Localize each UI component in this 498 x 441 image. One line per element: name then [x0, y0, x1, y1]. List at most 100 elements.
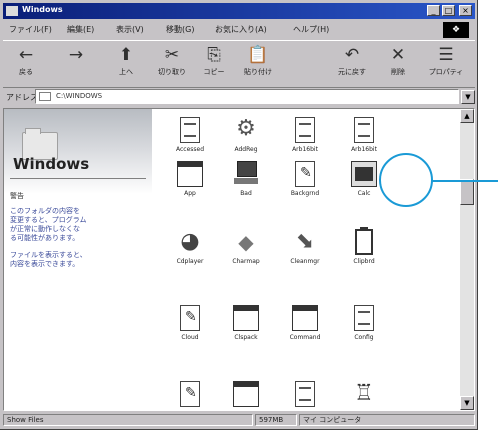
scroll-down-button[interactable]: ▼ — [460, 396, 474, 410]
folder-doc-icon — [180, 117, 200, 143]
file-label: App — [184, 190, 196, 197]
file-item-addreg[interactable]: AddReg — [218, 116, 274, 153]
maximize-button[interactable]: □ — [442, 5, 455, 16]
up-folder-icon: ⬆ — [118, 45, 134, 65]
file-item-clipbrd[interactable]: Clipbrd — [336, 227, 392, 265]
file-icon — [180, 305, 200, 331]
file-item-clspack[interactable]: Clspack — [218, 305, 274, 341]
menu-file[interactable]: ファイル(F) — [9, 24, 52, 35]
file-label: Cloud — [181, 334, 199, 341]
back-button[interactable]: ← 戻る — [7, 43, 45, 85]
divider — [10, 178, 146, 179]
address-dropdown-button[interactable]: ▼ — [461, 90, 475, 104]
file-label: Command — [289, 334, 321, 341]
up-label: 上へ — [119, 68, 133, 76]
file-item-cdplayer[interactable]: Cdplayer — [162, 229, 218, 265]
title-bar[interactable]: Windows _ □ × — [3, 3, 475, 19]
menu-view[interactable]: 表示(V) — [116, 24, 144, 35]
clipboard-icon — [355, 227, 373, 255]
explorer-window: Windows _ □ × ファイル(F) 編集(E) 表示(V) 移動(G) … — [0, 0, 478, 430]
window-icon — [233, 305, 259, 331]
undo-icon: ↶ — [344, 45, 360, 65]
delete-label: 削除 — [391, 68, 405, 76]
file-label: Arb16bit — [351, 146, 377, 153]
undo-label: 元に戻す — [338, 68, 366, 76]
vertical-scrollbar[interactable]: ▲ ▼ — [460, 109, 474, 410]
paste-button[interactable]: 📋 貼り付け — [239, 43, 277, 85]
back-label: 戻る — [19, 68, 33, 76]
copy-label: コピー — [203, 68, 225, 76]
file-label: Clipbrd — [353, 258, 375, 265]
file-item-partial-1[interactable] — [162, 381, 218, 407]
back-arrow-icon: ← — [18, 45, 34, 65]
highlight-pointer-line — [432, 180, 498, 182]
windows-logo-icon: ❖ — [443, 22, 469, 38]
file-label: Backgrnd — [290, 190, 320, 197]
paste-label: 貼り付け — [244, 68, 272, 76]
gear-icon — [233, 116, 259, 143]
delete-button[interactable]: ✕ 削除 — [379, 43, 417, 85]
file-item-backgrnd[interactable]: Backgrnd — [277, 161, 333, 197]
window-icon — [292, 305, 318, 331]
file-icon — [180, 381, 200, 407]
copy-icon: ⎘ — [207, 45, 221, 65]
close-button[interactable]: × — [459, 5, 472, 16]
file-label: Arb16bit — [292, 146, 318, 153]
file-label: AddReg — [234, 146, 258, 153]
window-icon — [177, 161, 203, 187]
properties-button[interactable]: ☰ プロパティ — [427, 43, 465, 85]
menu-bar: ファイル(F) 編集(E) 表示(V) 移動(G) お気に入り(A) ヘルプ(H… — [3, 21, 475, 39]
status-bar: Show Files 597MB マイ コンピュータ — [3, 413, 475, 427]
file-item-partial-4[interactable] — [336, 381, 392, 407]
file-label: Cleanmgr — [290, 258, 320, 265]
file-item-cleanmgr[interactable]: Cleanmgr — [277, 229, 333, 265]
file-item-partial-3[interactable] — [277, 381, 333, 407]
minimize-button[interactable]: _ — [427, 5, 440, 16]
address-label: アドレス — [6, 93, 38, 102]
forward-arrow-icon: → — [68, 45, 84, 65]
file-label: Cdplayer — [176, 258, 204, 265]
file-item-arb16bit[interactable]: Arb16bit — [277, 117, 333, 153]
forward-button[interactable]: → — [57, 43, 95, 85]
menu-favorites[interactable]: お気に入り(A) — [215, 24, 267, 35]
computer-icon — [233, 161, 259, 187]
file-label: Bad — [240, 190, 252, 197]
menu-go[interactable]: 移動(G) — [166, 24, 194, 35]
file-item-charmap[interactable]: Charmap — [218, 229, 274, 265]
folder-title: Windows — [13, 155, 90, 173]
menu-help[interactable]: ヘルプ(H) — [293, 24, 329, 35]
window-title: Windows — [22, 5, 63, 14]
warning-heading: 警告 — [10, 192, 24, 200]
file-item-arb16bit-2[interactable]: Arb16bit — [336, 117, 392, 153]
undo-button[interactable]: ↶ 元に戻す — [333, 43, 371, 85]
toolbar: ← 戻る → ⬆ 上へ ✂ 切り取り ⎘ コピー 📋 貼り付け ↶ 元に戻す ✕ — [3, 40, 475, 88]
status-size: 597MB — [255, 414, 297, 426]
paste-icon: 📋 — [247, 45, 269, 65]
show-files-link[interactable]: ファイルを表示すると、 内容を表示できます。 — [10, 251, 140, 269]
folder-icon — [39, 92, 51, 101]
file-item-command[interactable]: Command — [277, 305, 333, 341]
file-item-partial-2[interactable] — [218, 381, 274, 407]
address-input[interactable]: C:\WINDOWS — [35, 89, 459, 104]
up-button[interactable]: ⬆ 上へ — [107, 43, 145, 85]
file-item-accessed[interactable]: Accessed — [162, 117, 218, 153]
copy-button[interactable]: ⎘ コピー — [195, 43, 233, 85]
scroll-up-button[interactable]: ▲ — [460, 109, 474, 123]
address-value: C:\WINDOWS — [56, 92, 103, 100]
web-view-panel: Windows 警告 このフォルダの内容を 変更すると、プログラム が正常に動作… — [4, 109, 152, 410]
properties-label: プロパティ — [428, 68, 464, 76]
file-item-bad[interactable]: Bad — [218, 161, 274, 197]
menu-edit[interactable]: 編集(E) — [67, 24, 94, 35]
file-item-app[interactable]: App — [162, 161, 218, 197]
delete-icon: ✕ — [390, 45, 406, 65]
file-label: Clspack — [234, 334, 258, 341]
cut-label: 切り取り — [158, 68, 186, 76]
file-item-config[interactable]: Config — [336, 305, 392, 341]
cut-icon: ✂ — [164, 45, 180, 65]
scroll-thumb[interactable] — [460, 179, 474, 205]
calculator-icon — [351, 161, 377, 187]
cut-button[interactable]: ✂ 切り取り — [153, 43, 191, 85]
doc-icon — [295, 117, 315, 143]
file-item-cloud[interactable]: Cloud — [162, 305, 218, 341]
file-icon — [295, 161, 315, 187]
